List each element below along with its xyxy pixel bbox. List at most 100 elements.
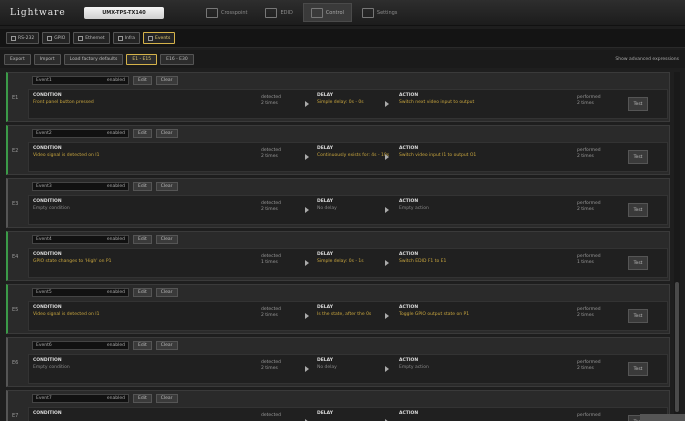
detected-counter: detected 2 times [261, 360, 281, 372]
event-body: CONDITION Video signal is detected on I1 d… [28, 142, 668, 172]
event-name-input[interactable]: Event6 enabled [32, 341, 129, 350]
event-name-input[interactable]: Event1 enabled [32, 76, 129, 85]
action-cell[interactable]: ACTION Empty action [399, 199, 429, 211]
test-button[interactable]: Test [628, 256, 648, 270]
action-cell[interactable]: ACTION Switch video input I1 to output O1 [399, 146, 476, 158]
app-logo: Lightware [10, 8, 66, 18]
clear-button[interactable]: Clear [155, 288, 178, 297]
tab-infra[interactable]: Infra [112, 32, 141, 44]
clear-button[interactable]: Clear [155, 76, 178, 85]
delay-label: DELAY [317, 93, 333, 98]
enabled-checkbox[interactable]: enabled [107, 289, 125, 296]
action-cell[interactable]: ACTION Switch next video input to output [399, 93, 474, 105]
action-cell[interactable]: ACTION [399, 411, 418, 418]
edit-button[interactable]: Edit [133, 394, 152, 403]
detected-count: 2 times [261, 207, 278, 212]
event-name-input[interactable]: Event4 enabled [32, 235, 129, 244]
test-button[interactable]: Test [628, 362, 648, 376]
event-name: Event7 [36, 396, 52, 401]
clear-button[interactable]: Clear [155, 341, 178, 350]
test-button[interactable]: Test [628, 309, 648, 323]
delay-cell[interactable]: DELAY Is the state, after the 0s [317, 305, 371, 317]
clear-button[interactable]: Clear [155, 129, 178, 138]
import-button[interactable]: Import [33, 54, 61, 65]
action-label: ACTION [399, 411, 419, 416]
test-button[interactable]: Test [628, 203, 648, 217]
enabled-checkbox[interactable]: enabled [107, 236, 125, 243]
edit-button[interactable]: Edit [133, 182, 152, 191]
action-cell[interactable]: ACTION Toggle GPIO output state on P1 [399, 305, 469, 317]
event-name-input[interactable]: Event7 enabled [32, 394, 129, 403]
condition-cell[interactable]: CONDITION GPIO state changes to 'High' on… [33, 252, 111, 264]
edit-button[interactable]: Edit [133, 341, 152, 350]
clear-button[interactable]: Clear [155, 394, 178, 403]
arrow-right-icon [305, 207, 309, 213]
enabled-checkbox[interactable]: enabled [107, 395, 125, 402]
page-e16-e30-button[interactable]: E16 - E30 [160, 54, 194, 65]
tab-label: RS-232 [18, 35, 35, 41]
delay-label: DELAY [317, 146, 333, 151]
performed-counter: performed 2 times [577, 360, 601, 372]
enabled-checkbox[interactable]: enabled [107, 183, 125, 190]
detected-count: 1 times [261, 260, 278, 265]
nav-crosspoint[interactable]: Crosspoint [198, 3, 255, 22]
control-subtabs-bar: RS-232 GPIO Ethernet Infra Events [0, 29, 685, 48]
events-list: Event1 enabled Edit Clear E1 CONDITION Front p… [6, 72, 670, 421]
show-advanced-toggle[interactable]: Show advanced expressions [615, 57, 679, 62]
enabled-checkbox[interactable]: enabled [107, 342, 125, 349]
nav-control[interactable]: Control [302, 3, 352, 22]
scrollbar-thumb[interactable] [675, 282, 679, 412]
test-button[interactable]: Test [628, 150, 648, 164]
condition-cell[interactable]: CONDITION Video signal is detected on I1 [33, 305, 99, 317]
delay-cell[interactable]: DELAY No delay [317, 199, 337, 211]
device-name-box[interactable]: UMX-TPS-TX140 [84, 7, 164, 19]
action-label: ACTION [399, 252, 419, 257]
condition-cell[interactable]: CONDITION Video signal is detected on I1 [33, 146, 99, 158]
arrow-right-icon [385, 207, 389, 213]
edit-button[interactable]: Edit [133, 129, 152, 138]
delay-cell[interactable]: DELAY Simple delay: 0s - 0s [317, 93, 364, 105]
action-cell[interactable]: ACTION Empty action [399, 358, 429, 370]
nav-edid[interactable]: EDID [257, 3, 300, 22]
performed-counter: performed 2 times [577, 148, 601, 160]
action-label: ACTION [399, 93, 419, 98]
test-button[interactable]: Test [628, 97, 648, 111]
event-number: E4 [12, 254, 19, 260]
condition-cell[interactable]: CONDITION [33, 411, 62, 418]
arrow-right-icon [305, 154, 309, 160]
detected-counter: detected 2 times [261, 307, 281, 319]
condition-cell[interactable]: CONDITION Front panel button pressed [33, 93, 94, 105]
delay-cell[interactable]: DELAY No delay [317, 358, 337, 370]
export-button[interactable]: Export [4, 54, 31, 65]
event-name-input[interactable]: Event3 enabled [32, 182, 129, 191]
load-defaults-button[interactable]: Load factory defaults [63, 54, 124, 65]
clear-button[interactable]: Clear [155, 182, 178, 191]
page-e1-e15-button[interactable]: E1 - E15 [126, 54, 158, 65]
tab-gpio[interactable]: GPIO [42, 32, 71, 44]
clear-button[interactable]: Clear [155, 235, 178, 244]
action-cell[interactable]: ACTION Switch EDID F1 to E1 [399, 252, 446, 264]
detected-counter: detected 2 times [261, 95, 281, 107]
nav-settings[interactable]: Settings [354, 3, 406, 22]
edit-button[interactable]: Edit [133, 76, 152, 85]
event-name-input[interactable]: Event5 enabled [32, 288, 129, 297]
enabled-checkbox[interactable]: enabled [107, 130, 125, 137]
events-icon [148, 35, 154, 41]
edit-button[interactable]: Edit [133, 235, 152, 244]
delay-cell[interactable]: DELAY Continuously exists for: 4s - 10s [317, 146, 389, 158]
delay-cell[interactable]: DELAY Simple delay: 0s - 1s [317, 252, 364, 264]
tab-label: Infra [124, 35, 136, 41]
detected-counter: detected 1 times [261, 254, 281, 266]
event-row: Event6 enabled Edit Clear E6 CONDITION Empty c… [6, 337, 670, 387]
tab-rs232[interactable]: RS-232 [6, 32, 40, 44]
tab-events[interactable]: Events [143, 32, 176, 44]
tab-ethernet[interactable]: Ethernet [73, 32, 110, 44]
enabled-checkbox[interactable]: enabled [107, 77, 125, 84]
event-name-input[interactable]: Event2 enabled [32, 129, 129, 138]
delay-cell[interactable]: DELAY [317, 411, 333, 418]
condition-cell[interactable]: CONDITION Empty condition [33, 199, 70, 211]
event-row: Event3 enabled Edit Clear E3 CONDITION Empty c… [6, 178, 670, 228]
arrow-right-icon [305, 101, 309, 107]
edit-button[interactable]: Edit [133, 288, 152, 297]
condition-cell[interactable]: CONDITION Empty condition [33, 358, 70, 370]
